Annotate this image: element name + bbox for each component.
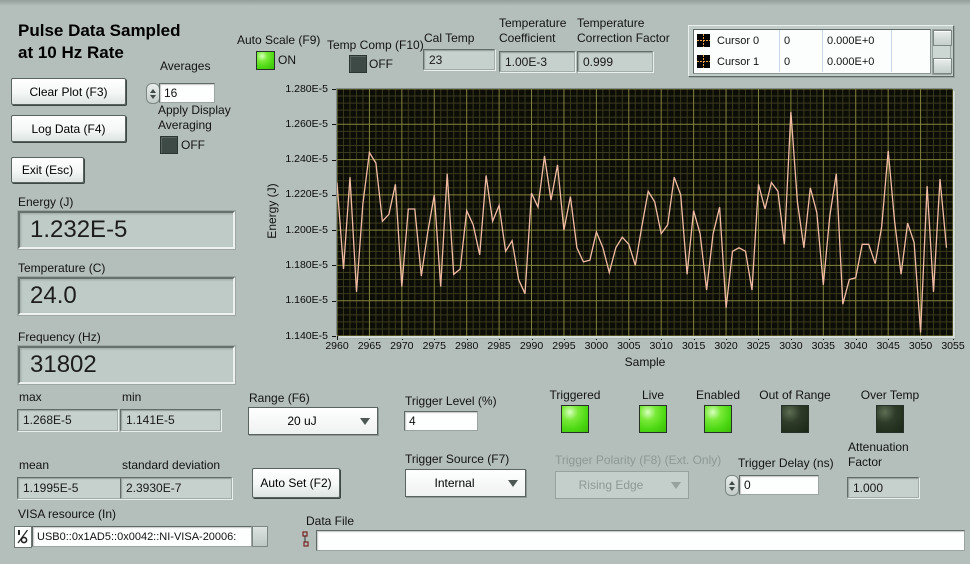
visa-resource-label: VISA resource (In) <box>18 507 116 521</box>
trigger-delay-spinner[interactable] <box>725 475 739 496</box>
trigger-delay-input[interactable]: 0 <box>739 475 819 495</box>
data-file-input[interactable] <box>316 530 965 551</box>
x-tick-mark <box>953 336 954 340</box>
energy-value: 1.232E-5 <box>18 211 235 249</box>
x-tick-mark <box>726 336 727 340</box>
visa-io-icon <box>14 526 32 548</box>
y-tick-label: 1.180E-5 <box>256 259 328 271</box>
y-tick-label: 1.280E-5 <box>256 83 328 95</box>
frequency-label: Frequency (Hz) <box>18 330 101 344</box>
y-tick-mark <box>332 89 336 90</box>
min-label: min <box>122 390 141 404</box>
file-path-icon <box>302 531 313 547</box>
y-tick-mark <box>332 160 336 161</box>
led-label: Live <box>642 388 664 402</box>
x-tick-mark <box>402 336 403 340</box>
max-label: max <box>19 390 42 404</box>
x-tick-mark <box>564 336 565 340</box>
led-group-out-of-range: Out of Range <box>750 388 840 433</box>
trigger-source-dropdown[interactable]: Internal <box>405 469 526 497</box>
spinner-down-icon[interactable] <box>729 487 735 491</box>
led-label: Over Temp <box>861 388 919 402</box>
x-tick-mark <box>532 336 533 340</box>
x-tick-mark <box>337 336 338 340</box>
led-off-icon <box>781 405 809 433</box>
standard-deviation-value: 2.3930E-7 <box>120 477 232 499</box>
y-tick-label: 1.220E-5 <box>256 188 328 200</box>
led-on-icon <box>704 405 732 433</box>
energy-label: Energy (J) <box>18 195 73 209</box>
temperature-label: Temperature (C) <box>18 261 105 275</box>
range-dropdown[interactable]: 20 uJ <box>248 407 378 435</box>
led-on-icon <box>639 405 667 433</box>
y-tick-mark <box>332 265 336 266</box>
standard-deviation-label: standard deviation <box>122 458 220 472</box>
y-tick-mark <box>332 301 336 302</box>
visa-resource-input[interactable]: USB0::0x1AD5::0x0042::NI-VISA-20006: <box>32 526 252 547</box>
led-off-icon <box>876 405 904 433</box>
chevron-down-icon <box>360 418 370 425</box>
y-tick-mark <box>332 124 336 125</box>
x-tick-mark <box>921 336 922 340</box>
led-label: Enabled <box>696 388 740 402</box>
y-tick-label: 1.160E-5 <box>256 294 328 306</box>
led-on-icon <box>561 405 589 433</box>
trigger-level-label: Trigger Level (%) <box>405 394 497 408</box>
led-label: Out of Range <box>759 388 830 402</box>
visa-resource-control[interactable]: USB0::0x1AD5::0x0042::NI-VISA-20006: <box>14 526 268 547</box>
x-tick-mark <box>888 336 889 340</box>
x-tick-mark <box>661 336 662 340</box>
temperature-value: 24.0 <box>18 277 235 315</box>
x-tick-mark <box>369 336 370 340</box>
chevron-down-icon <box>671 482 681 489</box>
mean-value: 1.1995E-5 <box>17 477 125 499</box>
trigger-level-input[interactable]: 4 <box>404 411 478 431</box>
x-axis-label: Sample <box>615 355 675 369</box>
x-tick-mark <box>434 336 435 340</box>
front-panel: { "title": {"line1": "Pulse Data Sampled… <box>0 0 970 564</box>
led-group-over-temp: Over Temp <box>845 388 935 433</box>
x-tick-mark <box>629 336 630 340</box>
visa-dropdown-button[interactable] <box>252 526 268 547</box>
trigger-polarity-dropdown: Rising Edge <box>555 471 689 499</box>
trigger-source-value: Internal <box>434 476 474 490</box>
y-tick-mark <box>332 230 336 231</box>
x-tick-mark <box>823 336 824 340</box>
range-label: Range (F6) <box>249 391 310 405</box>
x-tick-mark <box>856 336 857 340</box>
y-tick-label: 1.240E-5 <box>256 153 328 165</box>
x-tick-mark <box>758 336 759 340</box>
range-value: 20 uJ <box>287 414 316 428</box>
x-tick-mark <box>499 336 500 340</box>
frequency-value: 31802 <box>18 346 235 384</box>
trigger-delay-label: Trigger Delay (ns) <box>738 456 834 470</box>
x-tick-mark <box>694 336 695 340</box>
led-label: Triggered <box>550 388 601 402</box>
spinner-up-icon[interactable] <box>729 481 735 485</box>
x-tick-label: 3055 <box>932 340 970 352</box>
plot-area[interactable] <box>337 89 953 336</box>
trigger-polarity-value: Rising Edge <box>579 478 644 492</box>
x-tick-mark <box>467 336 468 340</box>
attenuation-factor-value: 1.000 <box>847 477 919 498</box>
y-tick-label: 1.260E-5 <box>256 118 328 130</box>
waveform-chart: Energy (J) 1.280E-5 1.260E-5 1.240E-5 1.220… <box>0 0 970 400</box>
y-tick-mark <box>332 195 336 196</box>
trigger-polarity-label: Trigger Polarity (F8) (Ext. Only) <box>555 453 721 467</box>
x-tick-mark <box>596 336 597 340</box>
y-tick-mark <box>332 336 336 337</box>
y-tick-label: 1.200E-5 <box>256 224 328 236</box>
max-value: 1.268E-5 <box>17 409 118 431</box>
chevron-down-icon <box>508 480 518 487</box>
min-value: 1.141E-5 <box>120 409 221 431</box>
mean-label: mean <box>19 458 49 472</box>
data-file-label: Data File <box>306 514 354 528</box>
led-group-triggered: Triggered <box>530 388 620 433</box>
attenuation-factor-label: Attenuation Factor <box>848 440 909 470</box>
trigger-source-label: Trigger Source (F7) <box>405 452 509 466</box>
auto-set-button[interactable]: Auto Set (F2) <box>252 468 340 498</box>
x-tick-mark <box>791 336 792 340</box>
